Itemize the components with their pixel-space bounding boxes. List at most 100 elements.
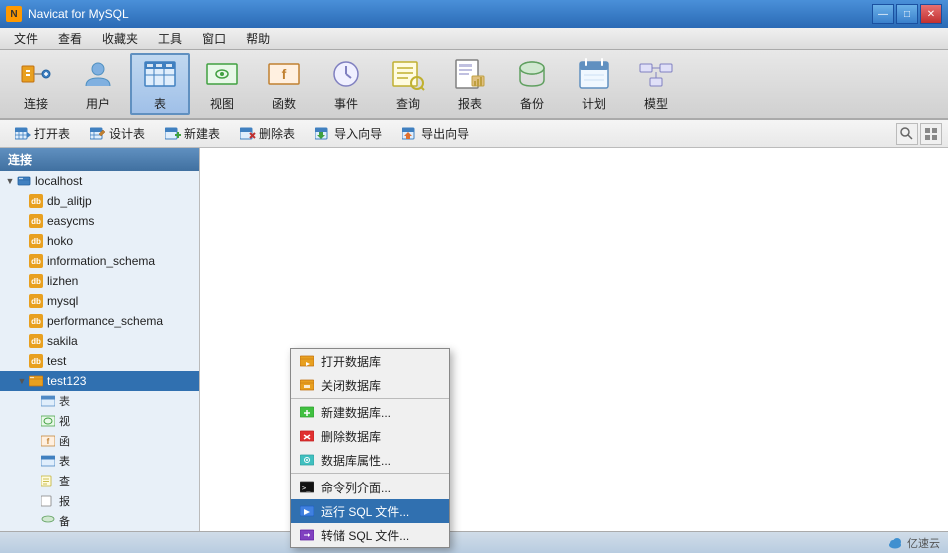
toolbar-function-label: 函数 [272, 95, 296, 112]
tree-sub-table2[interactable]: . 表 [0, 451, 199, 471]
menu-window[interactable]: 窗口 [192, 28, 236, 49]
menu-file[interactable]: 文件 [4, 28, 48, 49]
ctx-db-props[interactable]: 数据库属性... [291, 448, 449, 472]
information-schema-label: information_schema [47, 254, 155, 268]
app-title: Navicat for MySQL [28, 7, 872, 21]
spacer-sub1: . [28, 394, 40, 408]
new-table-label: 新建表 [184, 125, 220, 142]
main-toolbar: 连接 用户 表 [0, 50, 948, 120]
menu-view[interactable]: 查看 [48, 28, 92, 49]
window-controls: — □ ✕ [872, 4, 942, 24]
tree-item-hoko[interactable]: ▶ db hoko [0, 231, 199, 251]
menu-help[interactable]: 帮助 [236, 28, 280, 49]
easycms-icon: db [28, 213, 44, 229]
toolbar-report[interactable]: 报表 [440, 53, 500, 115]
toolbar-user[interactable]: 用户 [68, 53, 128, 115]
sub-query-label: 查 [59, 473, 70, 489]
maximize-button[interactable]: □ [896, 4, 918, 24]
toolbar-backup[interactable]: 备份 [502, 53, 562, 115]
search-button[interactable] [896, 123, 918, 145]
tree-item-sakila[interactable]: ▶ db sakila [0, 331, 199, 351]
export-wizard-btn[interactable]: 导出向导 [393, 123, 478, 145]
toolbar-function[interactable]: f 函数 [254, 53, 314, 115]
tree-item-easycms[interactable]: ▶ db easycms [0, 211, 199, 231]
svg-text:f: f [282, 66, 287, 82]
delete-table-btn[interactable]: 删除表 [231, 123, 304, 145]
ctx-transfer-sql[interactable]: 转储 SQL 文件... [291, 523, 449, 547]
toolbar-schedule-label: 计划 [582, 95, 606, 112]
ctx-run-sql[interactable]: 运行 SQL 文件... [291, 499, 449, 523]
performance-schema-label: performance_schema [47, 314, 163, 328]
toolbar-view[interactable]: 视图 [192, 53, 252, 115]
ctx-new-db[interactable]: 新建数据库... [291, 400, 449, 424]
tree-item-test123[interactable]: ▼ test123 [0, 371, 199, 391]
toolbar-backup-label: 备份 [520, 95, 544, 112]
spacer-sub2: . [28, 414, 40, 428]
content-area: 打开数据库 关闭数据库 [200, 148, 948, 531]
menu-favorites[interactable]: 收藏夹 [92, 28, 148, 49]
db-alitjp-icon: db [28, 193, 44, 209]
export-wizard-icon [402, 127, 418, 141]
table-icon [142, 56, 178, 92]
import-wizard-btn[interactable]: 导入向导 [306, 123, 391, 145]
spacer: ▶ [16, 195, 28, 207]
logo-text: 亿速云 [907, 535, 940, 551]
spacer6: ▶ [16, 295, 28, 307]
tree-sub-backup[interactable]: . 备 [0, 511, 199, 531]
new-table-btn[interactable]: 新建表 [156, 123, 229, 145]
svg-text:f: f [47, 437, 50, 446]
ctx-run-sql-label: 运行 SQL 文件... [321, 503, 409, 520]
minimize-button[interactable]: — [872, 4, 894, 24]
search-area [896, 123, 942, 145]
ctx-open-db-icon [299, 353, 315, 369]
ctx-run-sql-icon [299, 503, 315, 519]
sidebar: 连接 ▼ localhost ▶ db db_alitjp [0, 148, 200, 531]
open-table-btn[interactable]: 打开表 [6, 123, 79, 145]
ctx-new-db-icon [299, 404, 315, 420]
open-table-icon [15, 127, 31, 141]
grid-button[interactable] [920, 123, 942, 145]
performance-schema-icon: db [28, 313, 44, 329]
close-button[interactable]: ✕ [920, 4, 942, 24]
tree-sub-query[interactable]: . 查 [0, 471, 199, 491]
context-menu: 打开数据库 关闭数据库 [290, 348, 450, 548]
toolbar-query[interactable]: 查询 [378, 53, 438, 115]
info-schema-icon: db [28, 253, 44, 269]
toolbar-connect[interactable]: 连接 [6, 53, 66, 115]
tree-item-db-alitjp[interactable]: ▶ db db_alitjp [0, 191, 199, 211]
sub-fn-label: 函 [59, 433, 70, 449]
tree-item-localhost[interactable]: ▼ localhost [0, 171, 199, 191]
tree-sub-fn[interactable]: . f 函 [0, 431, 199, 451]
toolbar-event[interactable]: 事件 [316, 53, 376, 115]
import-wizard-label: 导入向导 [334, 125, 382, 142]
toolbar-table[interactable]: 表 [130, 53, 190, 115]
toolbar-schedule[interactable]: 计划 [564, 53, 624, 115]
tree-item-lizhen[interactable]: ▶ db lizhen [0, 271, 199, 291]
tree-sub-report[interactable]: . 报 [0, 491, 199, 511]
localhost-icon [16, 173, 32, 189]
tree-item-information-schema[interactable]: ▶ db information_schema [0, 251, 199, 271]
tree-sub-view[interactable]: . 视 [0, 411, 199, 431]
spacer7: ▶ [16, 315, 28, 327]
design-table-btn[interactable]: 设计表 [81, 123, 154, 145]
ctx-open-db[interactable]: 打开数据库 [291, 349, 449, 373]
query-icon [390, 56, 426, 92]
ctx-cmd-line[interactable]: >_ 命令列介面... [291, 475, 449, 499]
toolbar-view-label: 视图 [210, 95, 234, 112]
tree-item-mysql[interactable]: ▶ db mysql [0, 291, 199, 311]
tree-item-performance-schema[interactable]: ▶ db performance_schema [0, 311, 199, 331]
ctx-close-db[interactable]: 关闭数据库 [291, 373, 449, 397]
toolbar-model[interactable]: 模型 [626, 53, 686, 115]
sub-backup-icon [40, 513, 56, 529]
ctx-delete-db[interactable]: 删除数据库 [291, 424, 449, 448]
spacer-sub6: . [28, 494, 40, 508]
mysql-icon: db [28, 293, 44, 309]
tree-sub-table[interactable]: . 表 [0, 391, 199, 411]
connect-icon [18, 56, 54, 92]
sub-query-icon [40, 473, 56, 489]
menubar: 文件 查看 收藏夹 工具 窗口 帮助 [0, 28, 948, 50]
tree-item-test[interactable]: ▶ db test [0, 351, 199, 371]
ctx-new-db-label: 新建数据库... [321, 404, 391, 421]
ctx-separator-1 [291, 398, 449, 399]
menu-tools[interactable]: 工具 [148, 28, 192, 49]
